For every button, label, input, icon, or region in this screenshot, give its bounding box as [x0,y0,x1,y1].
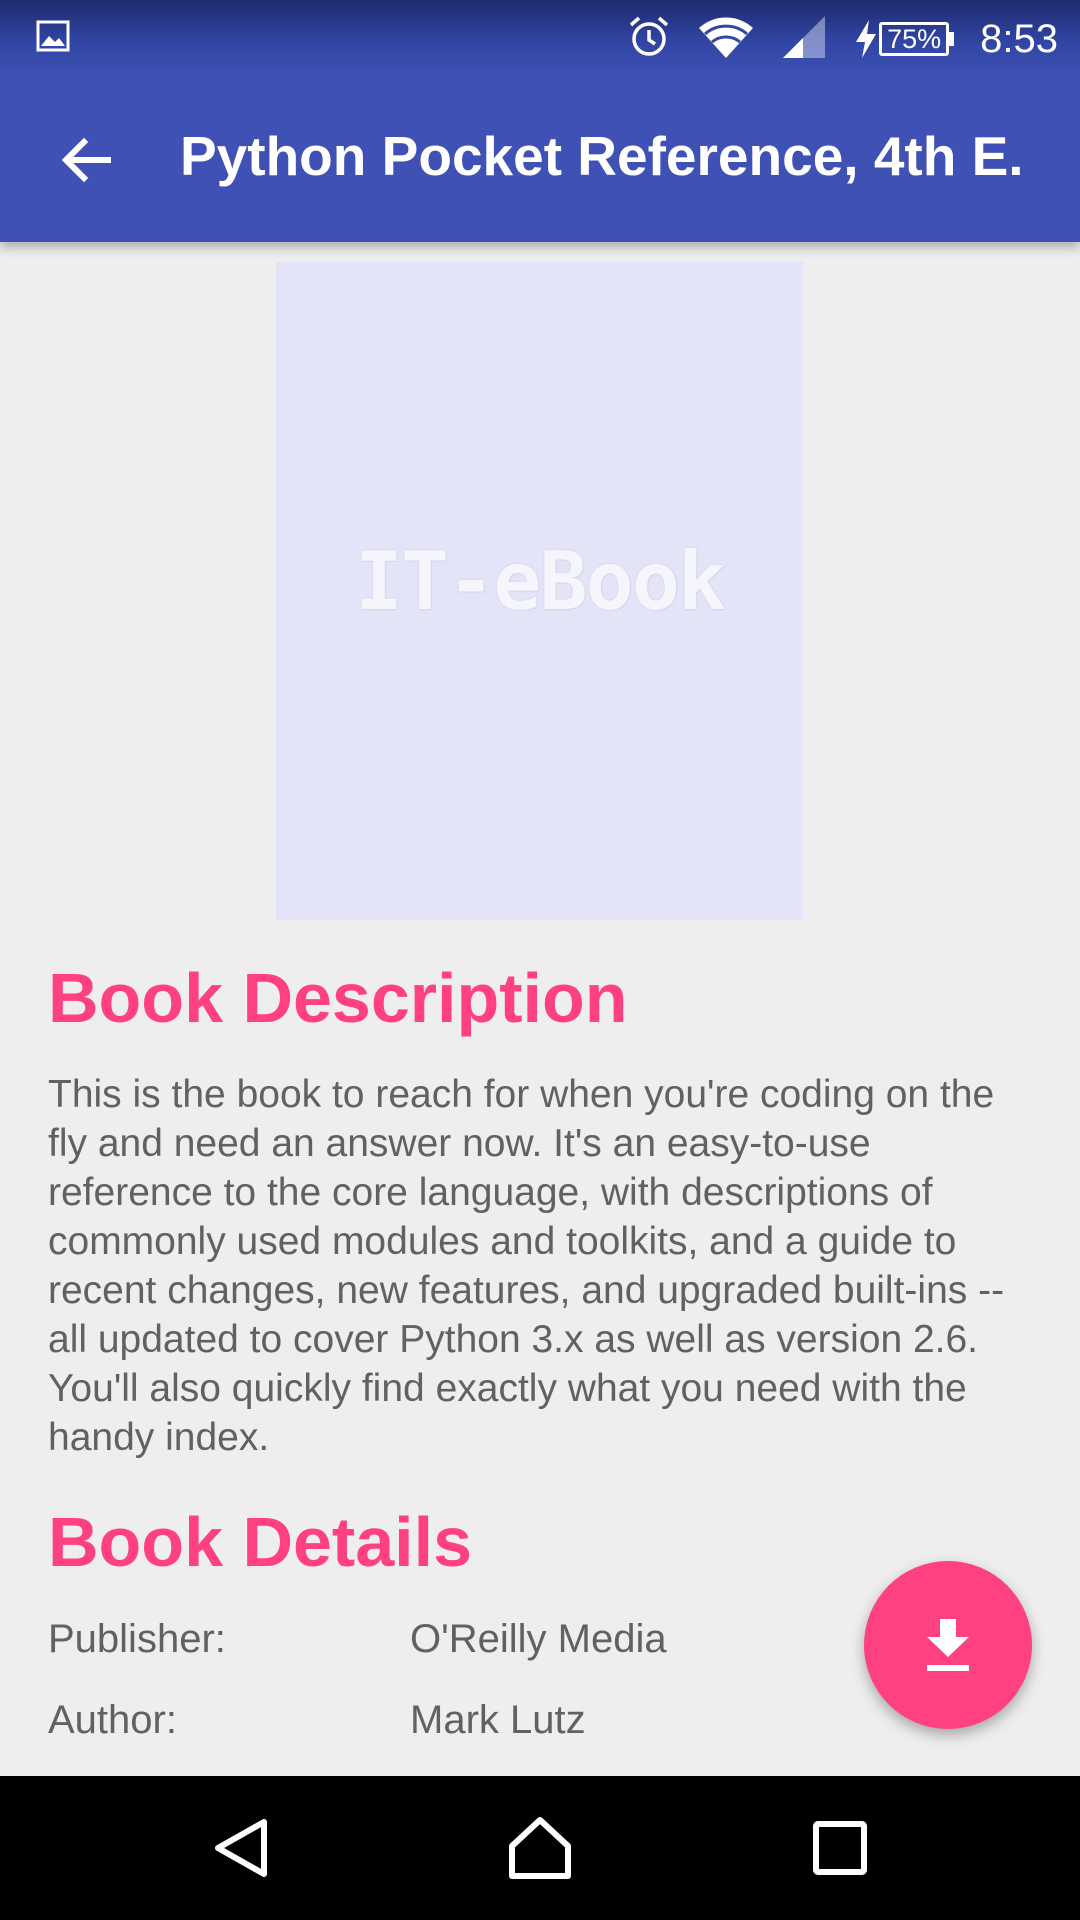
description-heading: Book Description [48,959,628,1037]
navigation-bar [0,1776,1080,1920]
nav-home-icon[interactable] [508,1816,572,1880]
page-title: Python Pocket Reference, 4th E. [180,125,1024,187]
cover-text: IT-eBook [354,534,726,628]
book-cover: IT-eBook [276,262,803,920]
detail-row-publisher: Publisher: O'Reilly Media [48,1617,948,1667]
alarm-icon [627,15,671,64]
image-notification-icon [36,20,70,57]
detail-row-author: Author: Mark Lutz [48,1698,948,1748]
status-bar: 75% 8:53 [0,0,1080,78]
nav-recents-icon[interactable] [808,1816,872,1880]
download-icon [927,1619,969,1671]
charging-icon [856,20,877,58]
author-value: Mark Lutz [410,1698,586,1742]
wifi-icon [697,14,755,65]
details-heading: Book Details [48,1503,472,1581]
status-time: 8:53 [980,16,1058,61]
author-label: Author: [48,1698,177,1742]
battery-percent: 75% [879,22,950,56]
description-text: This is the book to reach for when you'r… [48,1073,1005,1459]
cell-signal-icon [781,14,827,65]
publisher-value: O'Reilly Media [410,1617,667,1661]
download-button[interactable] [864,1561,1032,1729]
battery-icon: 75% [853,18,955,60]
nav-back-icon[interactable] [210,1816,274,1880]
arrow-back-icon[interactable] [56,130,116,190]
app-bar: Python Pocket Reference, 4th E. [0,78,1080,242]
publisher-label: Publisher: [48,1617,226,1661]
